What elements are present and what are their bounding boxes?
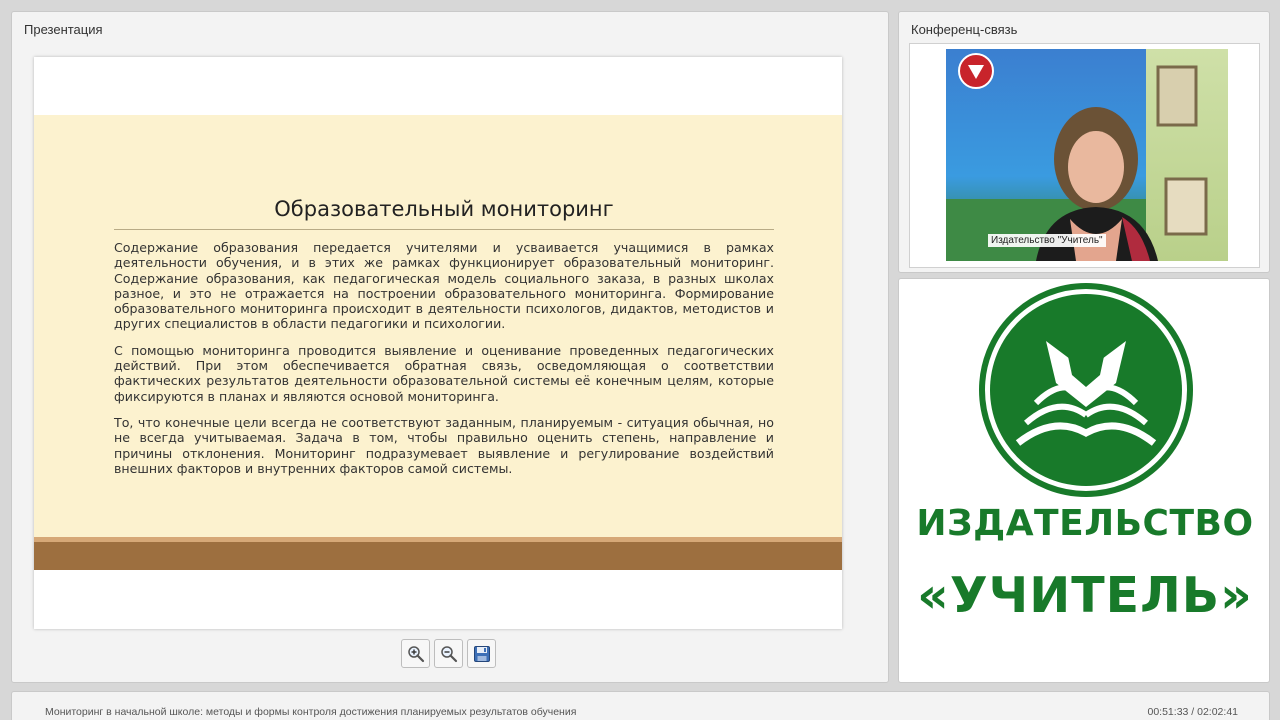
- playback-time: 00:51:33 / 02:02:41: [1147, 706, 1239, 718]
- slide-footer-bar: [34, 542, 842, 570]
- slide: Образовательный мониторинг Содержание об…: [34, 57, 842, 629]
- player-footer: Мониторинг в начальной школе: методы и ф…: [11, 691, 1270, 720]
- zoom-in-button[interactable]: [401, 639, 430, 668]
- slide-divider: [114, 229, 774, 230]
- presentation-title: Презентация: [24, 22, 103, 37]
- video-feed[interactable]: [946, 49, 1228, 261]
- video-image: [946, 49, 1228, 261]
- presentation-panel: Презентация Образовательный мониторинг С…: [11, 11, 889, 683]
- zoom-in-icon: [407, 645, 424, 662]
- video-caption: Издательство "Учитель": [988, 234, 1106, 247]
- floppy-disk-icon: [473, 645, 490, 662]
- slide-paragraph: С помощью мониторинга проводится выявлен…: [114, 342, 774, 404]
- publisher-logo-icon: [979, 283, 1193, 497]
- webinar-title: Мониторинг в начальной школе: методы и ф…: [45, 706, 577, 718]
- conference-panel: Конференц-связь Издательство "Учитель": [898, 11, 1270, 273]
- publisher-name-line1: ИЗДАТЕЛЬСТВО: [916, 503, 1254, 544]
- conference-title: Конференц-связь: [911, 22, 1018, 37]
- slide-body: Содержание образования передается учител…: [114, 240, 774, 487]
- zoom-out-button[interactable]: [434, 639, 463, 668]
- publisher-name-line2: «УЧИТЕЛЬ»: [917, 567, 1253, 624]
- slide-toolbar: [401, 639, 496, 669]
- publisher-logo-panel: ИЗДАТЕЛЬСТВО «УЧИТЕЛЬ»: [898, 278, 1270, 683]
- zoom-out-icon: [440, 645, 457, 662]
- slide-paragraph: То, что конечные цели всегда не соответс…: [114, 414, 774, 476]
- slide-heading: Образовательный мониторинг: [274, 197, 614, 221]
- slide-paragraph: Содержание образования передается учител…: [114, 240, 774, 332]
- save-button[interactable]: [467, 639, 496, 668]
- video-frame: Издательство "Учитель": [909, 43, 1260, 268]
